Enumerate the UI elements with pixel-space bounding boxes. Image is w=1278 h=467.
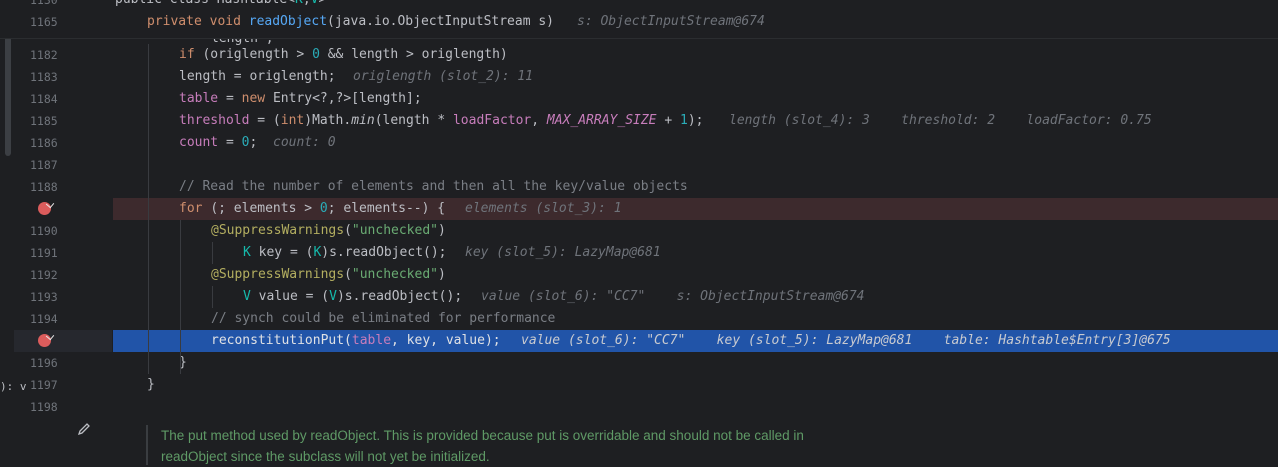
inline-debug-value: count: 0 bbox=[273, 135, 336, 150]
inline-debug-value: origlength (slot_2): 11 bbox=[353, 69, 534, 84]
gutter-highlight bbox=[14, 330, 112, 352]
code-text[interactable]: @SuppressWarnings("unchecked") bbox=[211, 264, 446, 286]
code-text[interactable]: length = origlength; bbox=[179, 66, 336, 88]
line-number[interactable]: 1198 bbox=[30, 396, 58, 418]
inline-debug-value: value (slot_6): "CC7" key (slot_5): Lazy… bbox=[521, 333, 1171, 348]
code-text[interactable]: for (; elements > 0; elements--) { bbox=[179, 198, 445, 220]
line-number[interactable]: 1193 bbox=[30, 286, 58, 308]
line-number[interactable]: 1188 bbox=[30, 176, 58, 198]
indent-guide bbox=[180, 220, 181, 374]
line-number[interactable]: 1196 bbox=[30, 352, 58, 374]
line-number[interactable]: 1194 bbox=[30, 308, 58, 330]
code-text[interactable]: threshold = (int)Math.min(length * loadF… bbox=[179, 110, 703, 132]
code-line[interactable]: 1198 bbox=[0, 396, 1278, 418]
code-line[interactable]: 1182 if (origlength > 0 && length > origl… bbox=[0, 44, 1278, 66]
line-number[interactable]: 1186 bbox=[30, 132, 58, 154]
code-line[interactable]: 1188 // Read the number of elements and t… bbox=[0, 176, 1278, 198]
sticky-line[interactable]: 1165 private void readObject(java.io.Obje… bbox=[0, 11, 1278, 33]
line-number[interactable]: 1191 bbox=[30, 242, 58, 264]
code-line[interactable]: reconstitutionPut(table, key, value); val… bbox=[0, 330, 1278, 352]
line-number[interactable]: 1184 bbox=[30, 88, 58, 110]
code-text[interactable]: @SuppressWarnings("unchecked") bbox=[211, 220, 446, 242]
line-number[interactable]: 1190 bbox=[30, 220, 58, 242]
code-line[interactable]: 1191 K key = (K)s.readObject(); key (slot_… bbox=[0, 242, 1278, 264]
line-number[interactable]: 1165 bbox=[30, 11, 58, 33]
indent-guide bbox=[148, 44, 149, 374]
line-number[interactable]: 1183 bbox=[30, 66, 58, 88]
code-line[interactable]: 1193 V value = (V)s.readObject(); value (s… bbox=[0, 286, 1278, 308]
code-text[interactable]: K key = (K)s.readObject(); bbox=[243, 242, 447, 264]
inline-debug-value: s: ObjectInputStream@674 bbox=[577, 14, 765, 29]
code-text[interactable]: public class Hashtable<K,V> bbox=[115, 0, 326, 11]
code-line[interactable]: 1190 @SuppressWarnings("unchecked") bbox=[0, 220, 1278, 242]
code-text[interactable]: } bbox=[147, 374, 155, 396]
breakpoint-icon[interactable] bbox=[38, 334, 51, 347]
code-text[interactable]: private void readObject(java.io.ObjectIn… bbox=[147, 11, 554, 33]
inline-debug-value: key (slot_5): LazyMap@681 bbox=[465, 245, 661, 260]
code-text[interactable]: table = new Entry<?,?>[length]; bbox=[179, 88, 422, 110]
code-text[interactable]: count = 0; bbox=[179, 132, 257, 154]
code-line[interactable]: for (; elements > 0; elements--) { elemen… bbox=[0, 198, 1278, 220]
inline-debug-value: value (slot_6): "CC7" s: ObjectInputStre… bbox=[481, 289, 865, 304]
line-number[interactable]: 1192 bbox=[30, 264, 58, 286]
code-text[interactable]: // Read the number of elements and then … bbox=[179, 176, 688, 198]
indent-guide bbox=[212, 242, 213, 264]
code-line[interactable]: 1186 count = 0; count: 0 bbox=[0, 132, 1278, 154]
code-text[interactable]: // synch could be eliminated for perform… bbox=[211, 308, 555, 330]
indent-guide bbox=[212, 286, 213, 308]
breakpoint-icon[interactable] bbox=[38, 202, 51, 215]
code-text[interactable]: if (origlength > 0 && length > origlengt… bbox=[179, 44, 508, 66]
doc-comment: The put method used by readObject. This … bbox=[146, 425, 861, 465]
inline-debug-value: length (slot_4): 3 threshold: 2 loadFact… bbox=[729, 113, 1152, 128]
line-number[interactable]: 1182 bbox=[30, 44, 58, 66]
sticky-line[interactable]: 1130 public class Hashtable<K,V> bbox=[0, 0, 1278, 11]
line-number[interactable]: 1187 bbox=[30, 154, 58, 176]
code-line[interactable]: 1184 table = new Entry<?,?>[length]; bbox=[0, 88, 1278, 110]
code-line[interactable]: 1192 @SuppressWarnings("unchecked") bbox=[0, 264, 1278, 286]
code-line[interactable]: 1183 length = origlength; origlength (slot… bbox=[0, 66, 1278, 88]
code-text[interactable]: V value = (V)s.readObject(); bbox=[243, 286, 462, 308]
line-number[interactable]: 1130 bbox=[30, 0, 58, 11]
code-text[interactable]: reconstitutionPut(table, key, value); bbox=[211, 330, 501, 352]
line-number[interactable]: 1185 bbox=[30, 110, 58, 132]
code-line[interactable]: 1194 // synch could be eliminated for per… bbox=[0, 308, 1278, 330]
code-line[interactable]: 1185 threshold = (int)Math.min(length * l… bbox=[0, 110, 1278, 132]
code-line[interactable]: 1197} bbox=[0, 374, 1278, 396]
inline-debug-value: elements (slot_3): 1 bbox=[465, 201, 622, 216]
sticky-scroll-header: 1130 public class Hashtable<K,V> 1165 priva… bbox=[0, 0, 1278, 39]
pencil-icon[interactable] bbox=[76, 421, 92, 437]
line-number[interactable]: 1197 bbox=[30, 374, 58, 396]
code-line[interactable]: 1196} bbox=[0, 352, 1278, 374]
code-line[interactable]: 1187 bbox=[0, 154, 1278, 176]
